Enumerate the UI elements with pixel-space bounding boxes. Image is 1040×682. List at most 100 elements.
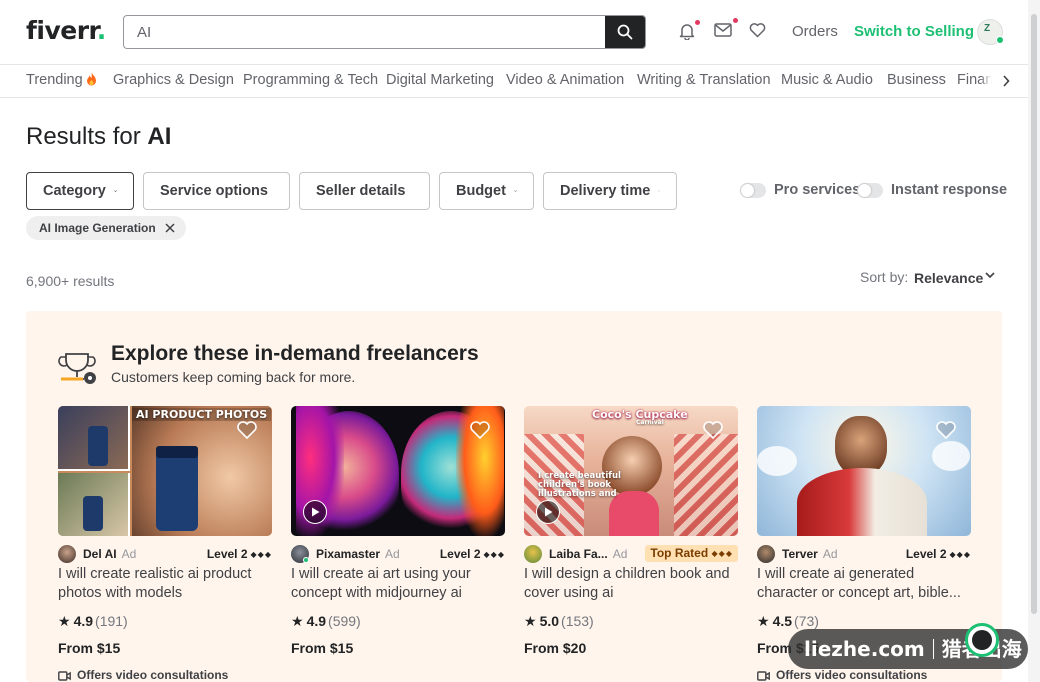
- top-header: fiverr. Orders Switch to Selling Z: [0, 0, 1040, 64]
- filter-category[interactable]: Category: [26, 172, 134, 210]
- filter-seller-details[interactable]: Seller details: [299, 172, 430, 210]
- gig-price: From $20: [524, 640, 587, 656]
- gig-thumbnail[interactable]: Coco's Cupcake Carnival I create beautif…: [524, 406, 738, 536]
- chevron-down-icon[interactable]: [985, 272, 995, 278]
- chat-icon: [972, 630, 992, 650]
- toggle-knob: [741, 184, 754, 197]
- page-scrollbar[interactable]: [1028, 0, 1040, 682]
- chip-label: AI Image Generation: [39, 221, 156, 235]
- favorites-button[interactable]: [749, 22, 769, 42]
- gig-thumbnail[interactable]: [757, 406, 971, 536]
- seller-level-badge: Level 2 ◆◆◆: [206, 547, 272, 561]
- results-count: 6,900+ results: [26, 273, 115, 289]
- chevron-down-icon: [514, 190, 517, 192]
- gig-rating: ★ 4.9 (191): [58, 613, 128, 629]
- video-icon: [757, 671, 770, 681]
- switch-to-selling-link[interactable]: Switch to Selling: [854, 23, 974, 40]
- explore-subtitle: Customers keep coming back for more.: [111, 369, 356, 385]
- bell-icon: [679, 24, 695, 41]
- gig-card[interactable]: Terver Ad Level 2 ◆◆◆ I will create ai gen…: [757, 406, 971, 682]
- seller-avatar[interactable]: [58, 545, 76, 563]
- filter-delivery-time[interactable]: Delivery time: [543, 172, 677, 210]
- fiverr-logo[interactable]: fiverr.: [26, 16, 106, 45]
- play-icon: [544, 507, 552, 517]
- category-music-audio[interactable]: Music & Audio: [781, 72, 873, 88]
- category-trending[interactable]: Trending: [26, 72, 97, 88]
- gig-thumbnail[interactable]: [291, 406, 505, 536]
- video-icon: [58, 671, 71, 681]
- chevron-right-icon: [1003, 75, 1010, 87]
- search-bar: [123, 15, 646, 49]
- gig-card[interactable]: Coco's Cupcake Carnival I create beautif…: [524, 406, 738, 666]
- seller-info: Del AI Ad Level 2 ◆◆◆: [58, 545, 272, 563]
- category-video-animation[interactable]: Video & Animation: [506, 72, 624, 88]
- thumb-caption-sub: Carnival: [636, 419, 664, 426]
- pro-services-label: Pro services: [774, 182, 861, 198]
- active-filter-chip: AI Image Generation: [26, 216, 186, 240]
- search-button[interactable]: [605, 16, 645, 48]
- gig-title[interactable]: I will design a children book and cover …: [524, 565, 738, 603]
- sort-by-label: Sort by:: [860, 269, 909, 285]
- avatar-logo-icon: Z: [984, 23, 991, 34]
- help-chat-button[interactable]: [965, 623, 999, 657]
- gig-card[interactable]: Pixamaster Ad Level 2 ◆◆◆ I will create ai…: [291, 406, 505, 666]
- notifications-button[interactable]: [678, 20, 700, 42]
- explore-freelancers-section: Explore these in-demand freelancers Cust…: [26, 311, 1002, 682]
- chevron-down-icon: [113, 190, 117, 192]
- heart-icon[interactable]: [236, 420, 258, 440]
- category-graphics-design[interactable]: Graphics & Design: [113, 72, 234, 88]
- orders-link[interactable]: Orders: [792, 23, 838, 40]
- seller-avatar[interactable]: [757, 545, 775, 563]
- seller-name[interactable]: Laiba Fa... Ad: [549, 547, 627, 561]
- sort-dropdown[interactable]: Relevance: [914, 270, 983, 286]
- star-icon: ★: [291, 613, 304, 629]
- seller-name[interactable]: Pixamaster Ad: [316, 547, 400, 561]
- gig-title[interactable]: I will create ai art using your concept …: [291, 565, 505, 603]
- page-title: Results for AI: [26, 123, 172, 150]
- notification-dot: [695, 20, 700, 25]
- gig-title[interactable]: I will create realistic ai product photo…: [58, 565, 272, 603]
- gig-title[interactable]: I will create ai generated character or …: [757, 565, 971, 603]
- mail-icon: [714, 23, 732, 37]
- seller-level-badge: Level 2 ◆◆◆: [905, 547, 971, 561]
- category-scroll-right[interactable]: [980, 65, 1010, 97]
- instant-response-toggle[interactable]: [857, 183, 883, 198]
- filter-budget[interactable]: Budget: [439, 172, 534, 210]
- seller-name[interactable]: Terver Ad: [782, 547, 838, 561]
- category-digital-marketing[interactable]: Digital Marketing: [386, 72, 494, 88]
- heart-icon[interactable]: [702, 420, 724, 440]
- heart-icon[interactable]: [469, 420, 491, 440]
- instant-response-label: Instant response: [891, 182, 1008, 198]
- play-button[interactable]: [303, 500, 327, 524]
- trophy-icon: [58, 353, 96, 384]
- chevron-down-icon: [658, 190, 660, 192]
- category-programming-tech[interactable]: Programming & Tech: [243, 72, 378, 88]
- gig-price: From $15: [58, 640, 121, 656]
- seller-info: Terver Ad Level 2 ◆◆◆: [757, 545, 971, 563]
- pro-services-toggle[interactable]: [740, 183, 766, 198]
- gig-rating: ★ 4.5 (73): [757, 613, 819, 629]
- category-business[interactable]: Business: [887, 72, 946, 88]
- heart-icon[interactable]: [935, 420, 957, 440]
- close-icon[interactable]: [164, 222, 176, 234]
- category-writing-translation[interactable]: Writing & Translation: [637, 72, 771, 88]
- gig-card[interactable]: AI PRODUCT PHOTOS Del AI Ad Level 2 ◆◆◆ I …: [58, 406, 272, 682]
- filter-service-options[interactable]: Service options: [143, 172, 290, 210]
- scrollbar-thumb[interactable]: [1031, 14, 1037, 614]
- user-avatar[interactable]: Z: [977, 19, 1004, 45]
- play-icon: [311, 507, 319, 517]
- top-rated-badge: Top Rated ◆◆◆: [645, 545, 738, 562]
- heart-icon: [749, 23, 766, 38]
- explore-title: Explore these in-demand freelancers: [111, 342, 479, 365]
- play-button[interactable]: [536, 500, 560, 524]
- seller-avatar[interactable]: [524, 545, 542, 563]
- seller-level-badge: Level 2 ◆◆◆: [439, 547, 505, 561]
- gig-thumbnail[interactable]: AI PRODUCT PHOTOS: [58, 406, 272, 536]
- gig-rating: ★ 4.9 (599): [291, 613, 361, 629]
- star-icon: ★: [757, 613, 770, 629]
- search-input[interactable]: [124, 16, 606, 48]
- messages-button[interactable]: [714, 18, 738, 42]
- video-consultation-badge: Offers video consultations: [757, 668, 927, 682]
- online-indicator: [303, 557, 309, 563]
- seller-name[interactable]: Del AI Ad: [83, 547, 136, 561]
